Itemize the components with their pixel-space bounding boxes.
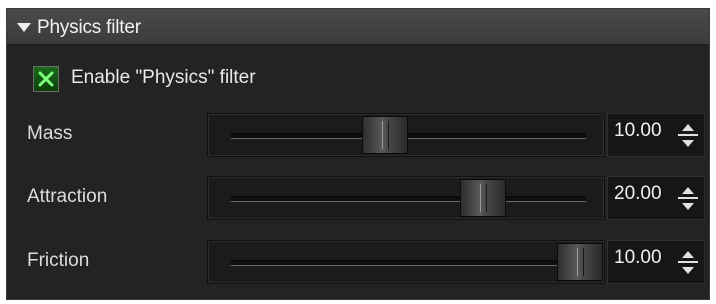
attraction-slider[interactable] (207, 176, 605, 220)
attraction-slider-thumb[interactable] (460, 179, 506, 217)
mass-value[interactable]: 10.00 (614, 120, 662, 142)
friction-value-spinbox[interactable]: 10.00 (607, 240, 705, 284)
attraction-value[interactable]: 20.00 (614, 183, 662, 205)
attraction-value-spinbox[interactable]: 20.00 (607, 176, 705, 220)
spin-down-icon[interactable] (682, 140, 694, 147)
spin-up-icon[interactable] (682, 251, 694, 258)
mass-slider-thumb[interactable] (362, 116, 408, 154)
triangle-down-icon[interactable] (17, 23, 31, 32)
spin-up-icon[interactable] (682, 187, 694, 194)
attraction-slider-track (231, 196, 586, 202)
friction-slider-track (231, 260, 586, 266)
spin-divider (678, 197, 698, 199)
spin-down-icon[interactable] (682, 203, 694, 210)
mass-slider[interactable] (207, 113, 605, 157)
mass-label: Mass (27, 123, 73, 144)
mass-slider-track (231, 133, 586, 139)
friction-slider[interactable] (207, 240, 605, 284)
attraction-label: Attraction (27, 186, 108, 207)
enable-filter-checkbox[interactable] (33, 66, 59, 92)
x-check-icon (38, 71, 54, 87)
mass-value-spinbox[interactable]: 10.00 (607, 113, 705, 157)
spin-down-icon[interactable] (682, 267, 694, 274)
friction-value[interactable]: 10.00 (614, 247, 662, 269)
physics-filter-panel: Physics filter Enable "Physics" filter M… (6, 8, 710, 300)
spin-divider (678, 134, 698, 136)
spin-divider (678, 261, 698, 263)
enable-filter-label: Enable "Physics" filter (71, 67, 256, 88)
panel-title: Physics filter (37, 17, 141, 38)
panel-header[interactable]: Physics filter (7, 9, 709, 45)
friction-label: Friction (27, 250, 90, 271)
spin-up-icon[interactable] (682, 124, 694, 131)
friction-slider-thumb[interactable] (557, 243, 603, 281)
